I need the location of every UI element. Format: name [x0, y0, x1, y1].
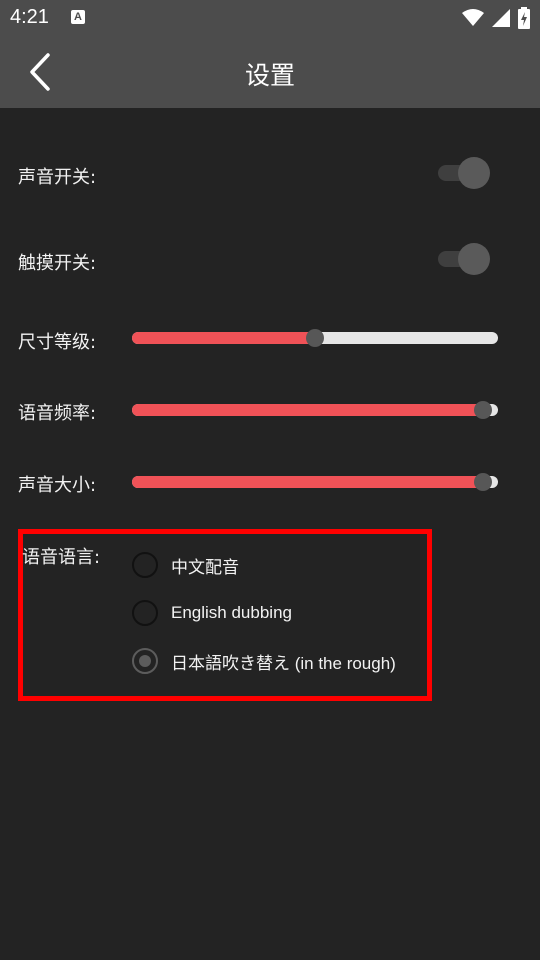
radio-option-chinese[interactable]: 中文配音 — [132, 549, 239, 581]
radio-button[interactable] — [132, 648, 158, 674]
size-level-slider[interactable] — [132, 326, 498, 350]
radio-option-label: English dubbing — [171, 603, 292, 622]
sound-switch[interactable] — [438, 157, 490, 189]
slider-fill — [132, 332, 315, 344]
radio-option-japanese[interactable]: 日本語吹き替え (in the rough) — [132, 645, 396, 677]
slider-knob[interactable] — [306, 329, 324, 347]
app-bar: 设置 — [0, 36, 540, 108]
slider-fill — [132, 476, 484, 488]
volume-slider[interactable] — [132, 470, 498, 494]
sound-switch-label: 声音开关: — [18, 167, 97, 188]
touch-switch[interactable] — [438, 243, 490, 275]
status-time: 4:21 — [10, 6, 49, 28]
page-title: 设置 — [244, 61, 295, 90]
slider-knob[interactable] — [474, 473, 493, 491]
radio-button[interactable] — [132, 600, 158, 626]
radio-option-english[interactable]: English dubbing — [132, 597, 292, 629]
notification-icon: A — [71, 10, 85, 24]
switch-thumb — [458, 243, 490, 275]
radio-button[interactable] — [132, 552, 158, 578]
voice-language-label: 语音语言: — [22, 547, 101, 568]
radio-option-label: 中文配音 — [171, 557, 239, 577]
voice-rate-label: 语音频率: — [18, 403, 97, 424]
battery-charging-icon — [518, 7, 530, 29]
wifi-icon — [462, 9, 484, 26]
size-level-label: 尺寸等级: — [18, 332, 97, 353]
slider-fill — [132, 404, 484, 416]
volume-label: 声音大小: — [18, 475, 97, 496]
system-icons — [462, 6, 530, 30]
touch-switch-label: 触摸开关: — [18, 253, 97, 274]
radio-option-label: 日本語吹き替え (in the rough) — [171, 653, 396, 673]
switch-thumb — [458, 157, 490, 189]
signal-icon — [492, 9, 510, 27]
status-bar: 4:21 A — [0, 0, 540, 36]
slider-knob[interactable] — [474, 401, 493, 419]
voice-rate-slider[interactable] — [132, 398, 498, 422]
